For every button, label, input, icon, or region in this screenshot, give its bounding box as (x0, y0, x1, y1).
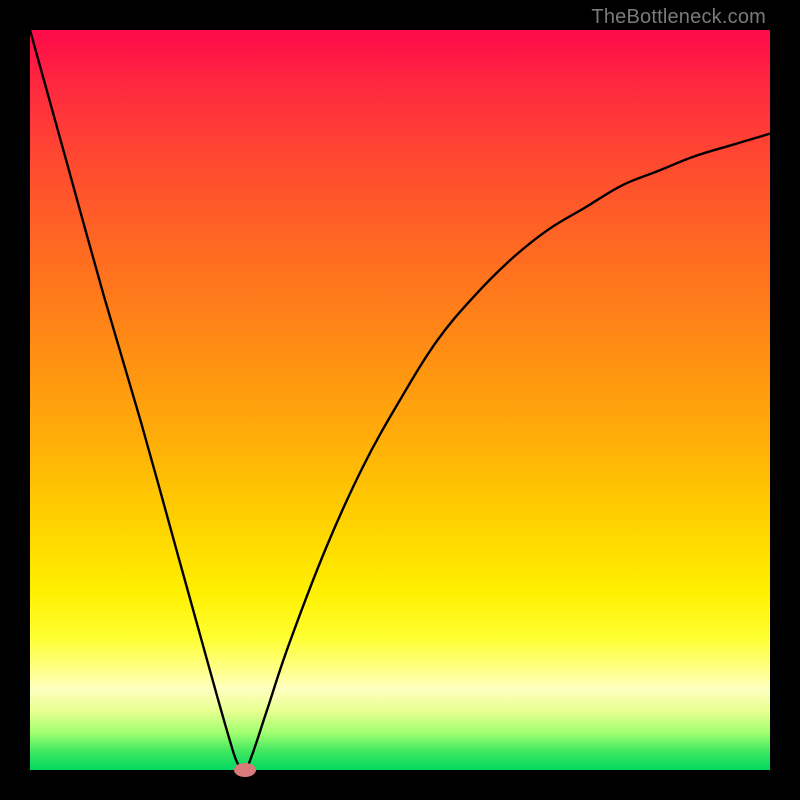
plot-area (30, 30, 770, 770)
optimum-marker (234, 763, 256, 777)
bottleneck-curve (30, 30, 770, 770)
watermark-text: TheBottleneck.com (591, 6, 766, 29)
chart-frame: TheBottleneck.com (0, 0, 800, 800)
